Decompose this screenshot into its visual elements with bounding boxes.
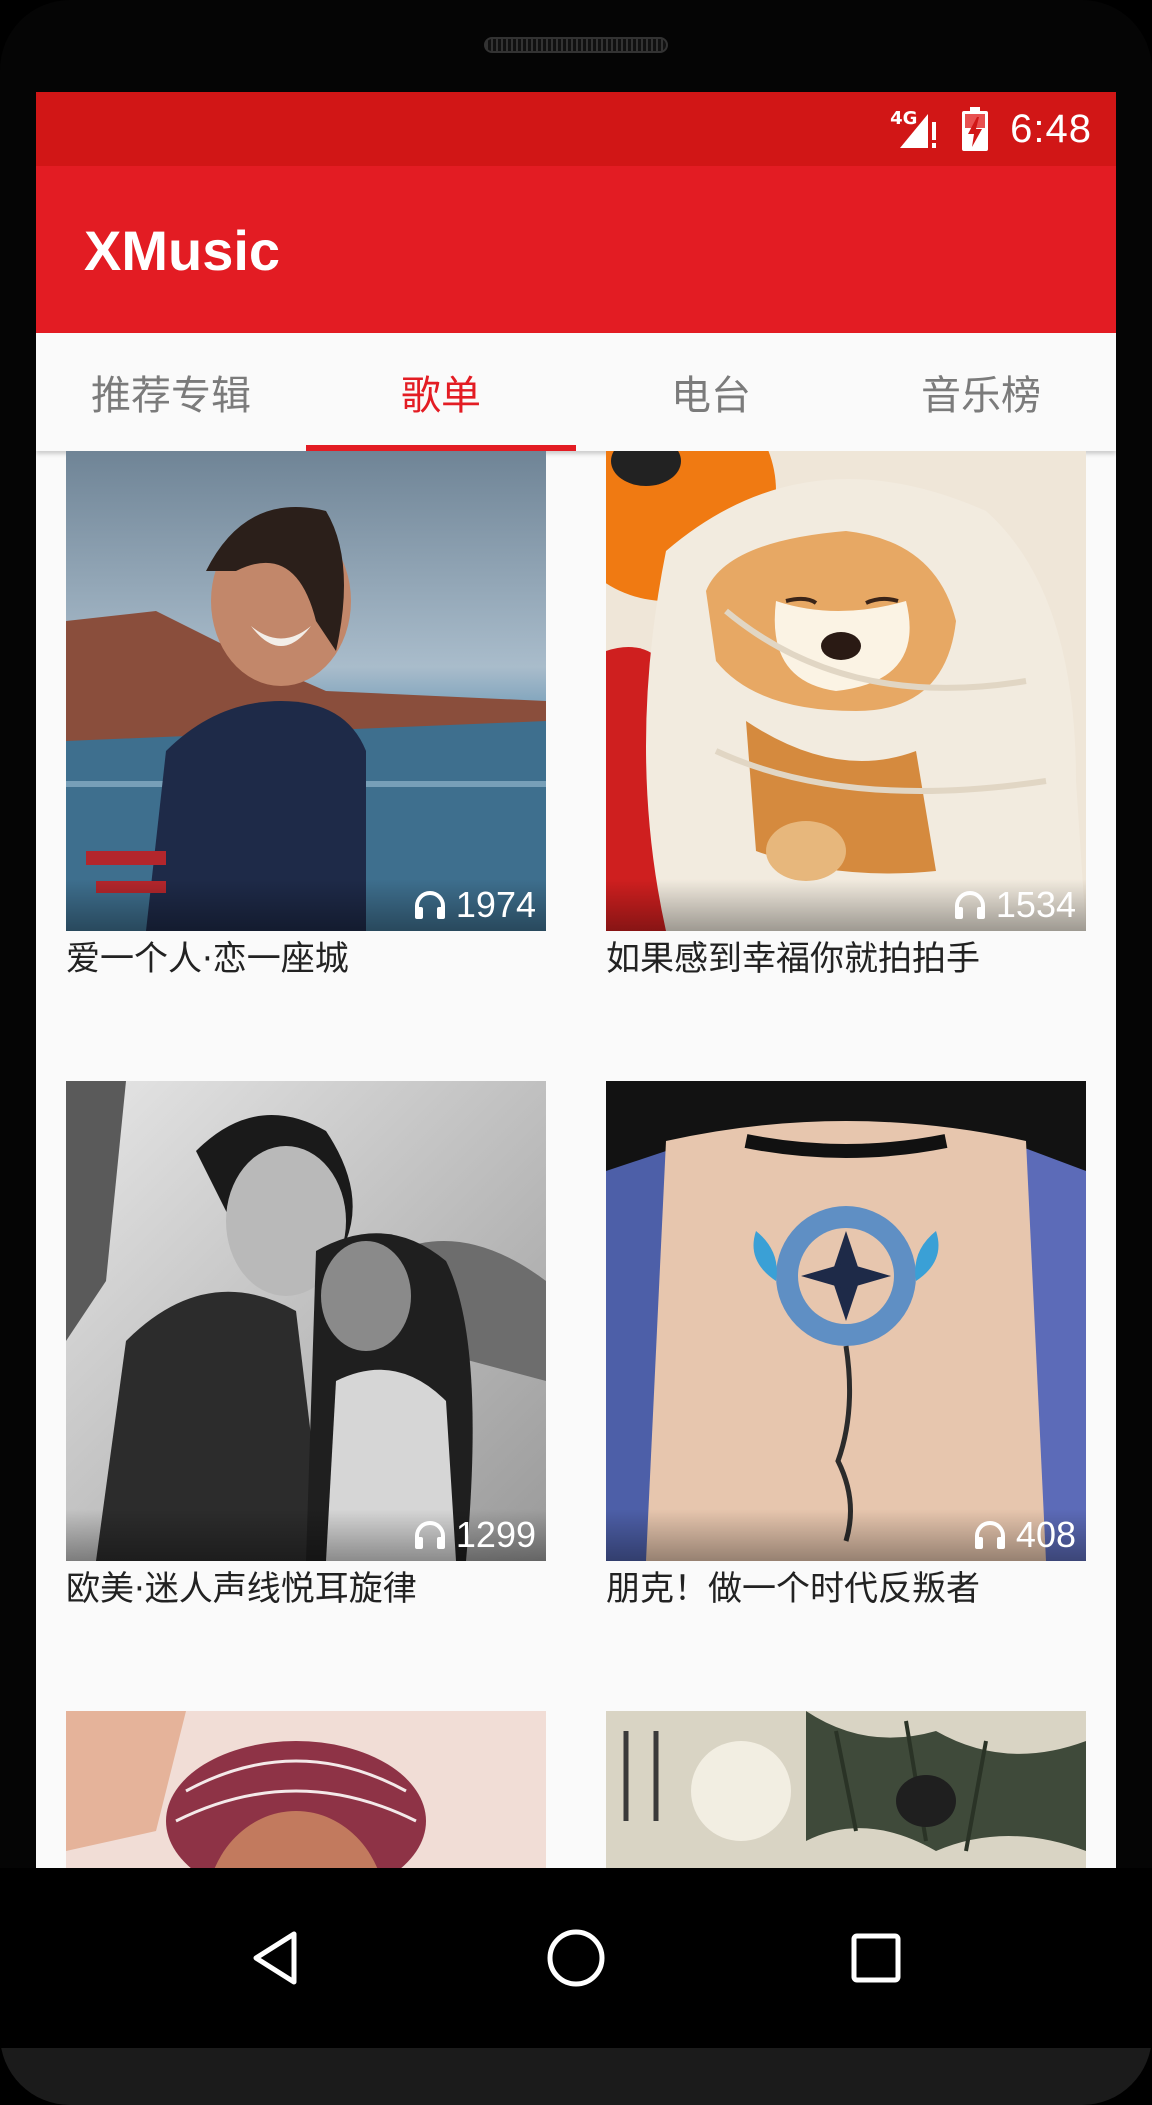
- playlist-card[interactable]: [606, 1711, 1086, 1868]
- headphones-icon: [954, 891, 986, 919]
- playlist-title: 爱一个人·恋一座城: [66, 939, 349, 979]
- playlist-cover-image: 1974: [66, 451, 546, 931]
- bottom-bezel: [0, 2048, 1152, 2105]
- status-bar: 4G 6:48: [36, 92, 1116, 166]
- playlist-card[interactable]: 1299 欧美·迷人声线悦耳旋律: [66, 1081, 546, 1613]
- playlist-cover-image: 1299: [66, 1081, 546, 1561]
- play-count: 1534: [995, 884, 1076, 925]
- playlist-title: 如果感到幸福你就拍拍手: [606, 939, 980, 979]
- system-nav-bar: [0, 1868, 1152, 2048]
- earpiece-speaker: [484, 37, 668, 53]
- app-title: XMusic: [84, 219, 281, 282]
- play-count-overlay: 1299: [66, 1509, 546, 1561]
- play-count-overlay: 408: [606, 1509, 1086, 1561]
- tab-recommended-albums[interactable]: 推荐专辑: [36, 333, 306, 451]
- home-circle-icon[interactable]: [536, 1918, 616, 1998]
- tab-playlists[interactable]: 歌单: [306, 333, 576, 451]
- playlist-card[interactable]: 408 朋克！做一个时代反叛者: [606, 1081, 1086, 1613]
- play-count-overlay: 1534: [606, 879, 1086, 931]
- back-triangle-icon[interactable]: [236, 1918, 316, 1998]
- playlist-title: 朋克！做一个时代反叛者: [606, 1569, 980, 1609]
- status-icons: 4G 6:48: [890, 92, 1092, 166]
- playlist-cover-image: 1534: [606, 451, 1086, 931]
- play-count-overlay: 1974: [66, 879, 546, 931]
- recents-square-icon[interactable]: [836, 1918, 916, 1998]
- playlist-title: 欧美·迷人声线悦耳旋律: [66, 1569, 417, 1609]
- cell-signal-icon: 4G: [890, 104, 940, 154]
- playlist-cover-image: [66, 1711, 546, 1868]
- play-count: 1299: [455, 1514, 536, 1555]
- app-bar: XMusic: [36, 166, 1116, 333]
- play-count: 1974: [455, 884, 536, 925]
- playlist-card[interactable]: [66, 1711, 546, 1868]
- battery-charging-icon: [962, 107, 989, 151]
- tab-radio[interactable]: 电台: [576, 333, 846, 451]
- playlist-cover-image: 408: [606, 1081, 1086, 1561]
- screen: 4G 6:48 XMusic 推荐专辑 歌单 电台 音乐榜 1974 爱一个人·…: [36, 92, 1116, 1868]
- playlist-cover-image: [606, 1711, 1086, 1868]
- phone-frame: 4G 6:48 XMusic 推荐专辑 歌单 电台 音乐榜 1974 爱一个人·…: [0, 0, 1152, 2105]
- tab-charts[interactable]: 音乐榜: [846, 333, 1116, 451]
- status-time: 6:48: [1010, 106, 1092, 151]
- headphones-icon: [974, 1521, 1006, 1549]
- play-count: 408: [1015, 1514, 1076, 1555]
- playlist-card[interactable]: 1534 如果感到幸福你就拍拍手: [606, 451, 1086, 983]
- headphones-icon: [414, 891, 446, 919]
- playlist-card[interactable]: 1974 爱一个人·恋一座城: [66, 451, 546, 983]
- tab-bar: 推荐专辑 歌单 电台 音乐榜: [36, 333, 1116, 451]
- headphones-icon: [414, 1521, 446, 1549]
